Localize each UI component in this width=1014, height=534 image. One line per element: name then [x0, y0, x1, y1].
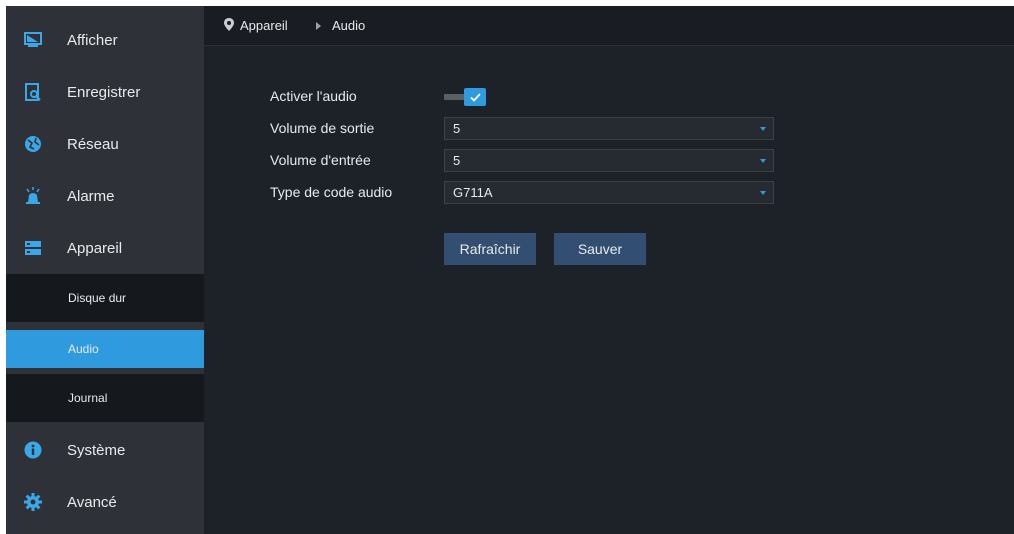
sidebar-subitem-label: Journal — [68, 391, 108, 405]
input-volume-select[interactable]: 5 — [444, 149, 774, 172]
info-icon — [24, 441, 42, 459]
save-button[interactable]: Sauver — [554, 233, 646, 265]
sidebar-subitem-label: Disque dur — [68, 291, 127, 305]
checkmark-icon — [464, 88, 486, 106]
network-globe-icon — [24, 135, 42, 153]
input-volume-label: Volume d'entrée — [270, 152, 371, 168]
output-volume-select[interactable]: 5 — [444, 117, 774, 140]
sidebar-subitem-disque-dur[interactable]: Disque dur — [6, 274, 204, 322]
audio-codec-label: Type de code audio — [270, 184, 393, 200]
sidebar-item-afficher[interactable]: Afficher — [6, 14, 204, 66]
sidebar-item-label: Appareil — [67, 239, 123, 257]
chevron-down-icon — [760, 191, 766, 195]
audio-codec-select[interactable]: G711A — [444, 181, 774, 204]
chevron-down-icon — [760, 159, 766, 163]
sidebar-item-avance[interactable]: Avancé — [6, 476, 204, 528]
toggle-track — [444, 94, 466, 100]
sidebar-item-label: Alarme — [67, 187, 115, 205]
record-search-icon — [24, 83, 42, 101]
enable-audio-label: Activer l'audio — [270, 88, 357, 104]
input-volume-value: 5 — [453, 153, 461, 168]
monitor-icon — [24, 31, 42, 49]
breadcrumb-current: Audio — [332, 18, 366, 33]
chevron-right-icon — [316, 22, 321, 30]
sidebar-item-systeme[interactable]: Système — [6, 424, 204, 476]
device-storage-icon — [24, 239, 42, 257]
sidebar-item-label: Réseau — [67, 135, 119, 153]
sidebar: Afficher Enregistrer Réseau Alarme Appar — [6, 6, 204, 534]
chevron-down-icon — [760, 127, 766, 131]
audio-codec-value: G711A — [453, 185, 493, 200]
sidebar-item-reseau[interactable]: Réseau — [6, 118, 204, 170]
sidebar-item-label: Avancé — [67, 493, 117, 511]
sidebar-subitem-label: Audio — [68, 342, 99, 356]
location-pin-icon — [224, 18, 234, 36]
sidebar-item-label: Afficher — [67, 31, 118, 49]
sidebar-item-enregistrer[interactable]: Enregistrer — [6, 66, 204, 118]
sidebar-subitem-audio[interactable]: Audio — [6, 330, 204, 368]
sidebar-item-alarme[interactable]: Alarme — [6, 170, 204, 222]
output-volume-value: 5 — [453, 121, 461, 136]
alarm-siren-icon — [24, 187, 42, 205]
app-window: Afficher Enregistrer Réseau Alarme Appar — [6, 6, 1014, 534]
breadcrumb-parent[interactable]: Appareil — [240, 18, 288, 33]
sidebar-item-label: Enregistrer — [67, 83, 141, 101]
sidebar-item-appareil[interactable]: Appareil — [6, 222, 204, 274]
enable-audio-toggle[interactable] — [444, 88, 498, 106]
breadcrumb: Appareil Audio — [204, 6, 1014, 46]
output-volume-label: Volume de sortie — [270, 120, 375, 136]
gear-icon — [24, 493, 42, 511]
sidebar-subitem-journal[interactable]: Journal — [6, 374, 204, 422]
sidebar-item-label: Système — [67, 441, 126, 459]
refresh-button[interactable]: Rafraîchir — [444, 233, 536, 265]
